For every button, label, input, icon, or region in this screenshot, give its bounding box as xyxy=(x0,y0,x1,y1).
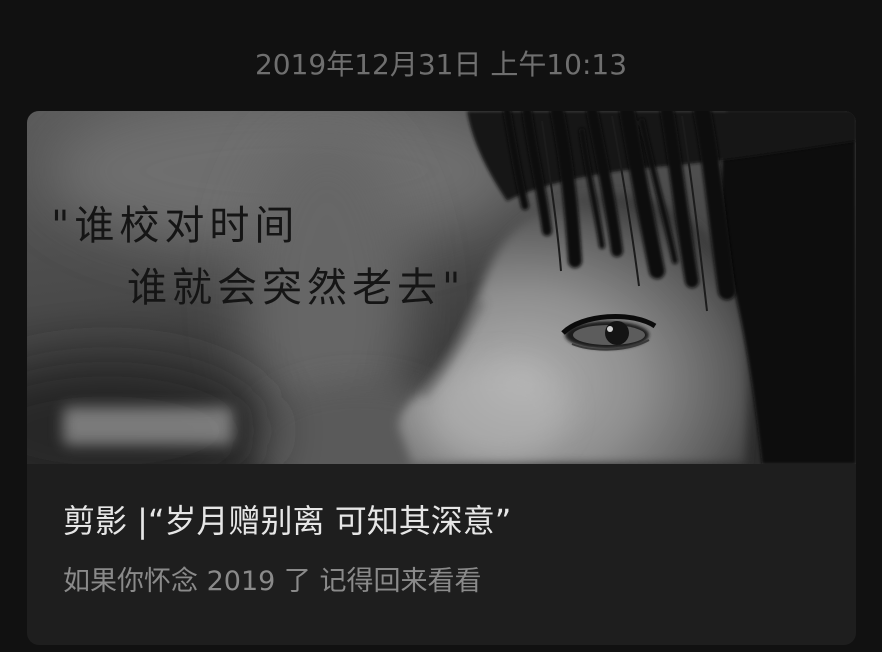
eye xyxy=(561,314,657,351)
article-title[interactable]: 剪影 |“岁月赠别离 可知其深意” xyxy=(63,499,823,543)
article-card[interactable]: "谁校对时间 谁就会突然老去" 剪影 |“岁月赠别离 可知其深意” 如果你怀念 … xyxy=(27,111,856,645)
cover-quote-line-1: "谁校对时间 xyxy=(51,203,300,249)
blurred-watermark xyxy=(63,407,233,445)
cheek-highlight xyxy=(427,361,567,461)
article-digest[interactable]: 如果你怀念 2019 了 记得回来看看 xyxy=(63,563,823,601)
message-timestamp: 2019年12月31日 上午10:13 xyxy=(254,48,628,81)
article-cover-image[interactable]: "谁校对时间 谁就会突然老去" xyxy=(27,111,856,464)
cover-quote-line-2: 谁就会突然老去" xyxy=(127,265,466,311)
